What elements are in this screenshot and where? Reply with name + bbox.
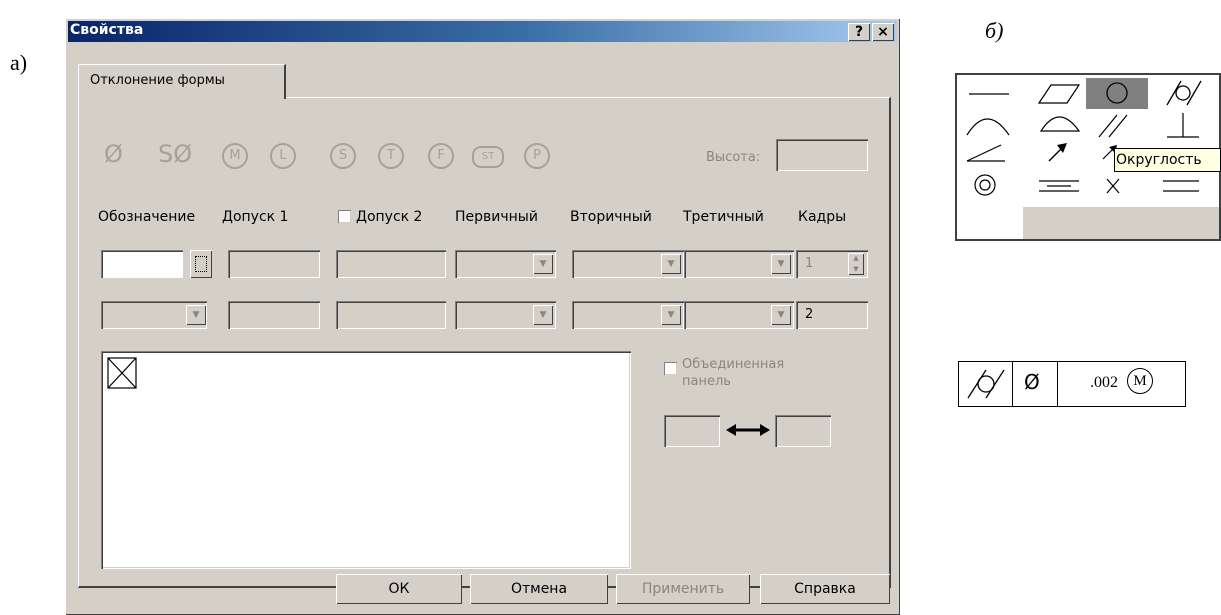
frame-divider bbox=[1057, 361, 1058, 407]
flatness-icon bbox=[1037, 84, 1081, 104]
placeholder-icon bbox=[107, 357, 137, 389]
col-frames: Кадры bbox=[798, 209, 847, 225]
profile-line-icon bbox=[966, 118, 1010, 136]
chevron-down-icon[interactable]: ▼ bbox=[533, 305, 553, 325]
palette-symbols bbox=[966, 78, 1202, 196]
chevron-down-icon[interactable]: ▼ bbox=[186, 305, 206, 325]
help-button[interactable]: Справка bbox=[760, 574, 890, 604]
close-icon[interactable]: × bbox=[872, 23, 894, 41]
projected-zone-symbol-button[interactable]: P bbox=[524, 143, 550, 169]
cylindricity-icon bbox=[1166, 80, 1202, 106]
col-primary: Первичный bbox=[455, 209, 538, 225]
designation-picker-button[interactable] bbox=[190, 250, 212, 278]
panel-left-field[interactable] bbox=[664, 415, 720, 447]
symmetry-icon bbox=[1039, 180, 1079, 192]
apply-button[interactable]: Применить bbox=[616, 574, 750, 604]
spin-icon[interactable]: ▲ ▼ bbox=[848, 253, 864, 275]
frames-value-2: 2 bbox=[805, 307, 814, 322]
equal-icon bbox=[1163, 180, 1199, 192]
runout-icon bbox=[1048, 143, 1067, 162]
chevron-down-icon[interactable]: ▼ bbox=[661, 305, 681, 325]
col-secondary: Вторичный bbox=[570, 209, 652, 225]
tangent-plane-symbol-button[interactable]: T bbox=[378, 143, 404, 169]
frame-modifier-symbol: M bbox=[1127, 368, 1153, 394]
lmc-symbol-button[interactable]: L bbox=[270, 143, 296, 169]
height-field[interactable] bbox=[776, 139, 868, 171]
concentricity-icon bbox=[974, 174, 996, 196]
tolerance1-field-2[interactable] bbox=[228, 301, 320, 329]
chevron-down-icon[interactable]: ▼ bbox=[771, 254, 791, 274]
tolerance2-checkbox[interactable] bbox=[338, 210, 351, 223]
chevron-down-icon[interactable]: ▼ bbox=[661, 254, 681, 274]
frame-tolerance-value: .002 bbox=[1090, 374, 1118, 391]
frame-divider bbox=[1012, 361, 1013, 407]
chevron-down-icon[interactable]: ▼ bbox=[533, 254, 553, 274]
frame-diameter-symbol: Ø bbox=[1024, 370, 1040, 394]
angularity-icon bbox=[966, 144, 1005, 162]
cross-icon bbox=[1106, 178, 1120, 194]
help-title-button[interactable]: ? bbox=[848, 23, 870, 41]
frames-value: 1 bbox=[805, 256, 814, 271]
tolerance2-field-2[interactable] bbox=[336, 301, 446, 329]
palette-empty-area bbox=[1023, 207, 1219, 239]
cylindricity-icon bbox=[967, 369, 1005, 399]
figure-label-a: а) bbox=[10, 50, 28, 75]
spherical-diameter-symbol-button[interactable]: SØ bbox=[158, 140, 192, 168]
profile-surface-icon bbox=[1039, 116, 1081, 132]
dialog-titlebar bbox=[68, 21, 897, 42]
figure-label-b: б) bbox=[985, 18, 1004, 43]
tooltip: Округлость bbox=[1114, 148, 1221, 172]
col-tolerance1: Допуск 1 bbox=[222, 209, 289, 225]
free-state-symbol-button[interactable]: F bbox=[428, 143, 454, 169]
double-arrow-icon bbox=[726, 424, 770, 436]
dialog-title: Свойства bbox=[70, 22, 144, 38]
dotted-icon bbox=[195, 256, 207, 272]
col-tolerance2: Допуск 2 bbox=[356, 209, 423, 225]
col-designation: Обозначение bbox=[98, 209, 196, 225]
tab-label: Отклонение формы bbox=[90, 73, 225, 88]
panel-right-field[interactable] bbox=[775, 415, 831, 447]
tolerance1-field[interactable] bbox=[228, 250, 320, 278]
chevron-down-icon[interactable]: ▼ bbox=[771, 305, 791, 325]
diameter-symbol-button[interactable]: Ø bbox=[104, 140, 123, 168]
perpendicularity-icon bbox=[1167, 113, 1199, 138]
combined-panel-label-2: панель bbox=[682, 374, 731, 389]
ok-button[interactable]: ОК bbox=[336, 574, 462, 604]
parallelism-icon bbox=[1098, 114, 1128, 138]
cancel-button[interactable]: Отмена bbox=[470, 574, 608, 604]
height-label: Высота: bbox=[706, 150, 761, 165]
statistical-symbol-button[interactable]: ST bbox=[472, 146, 504, 168]
combined-panel-checkbox[interactable] bbox=[664, 362, 677, 375]
designation-field[interactable] bbox=[101, 250, 183, 278]
combined-panel-label-1: Объединенная bbox=[682, 357, 785, 372]
preview-area bbox=[101, 351, 631, 569]
tolerance2-field[interactable] bbox=[336, 250, 446, 278]
mmc-symbol-button[interactable]: M bbox=[222, 143, 248, 169]
rfs-symbol-button[interactable]: S bbox=[330, 143, 356, 169]
tab-joint bbox=[79, 95, 282, 99]
col-tertiary: Третичный bbox=[683, 209, 764, 225]
